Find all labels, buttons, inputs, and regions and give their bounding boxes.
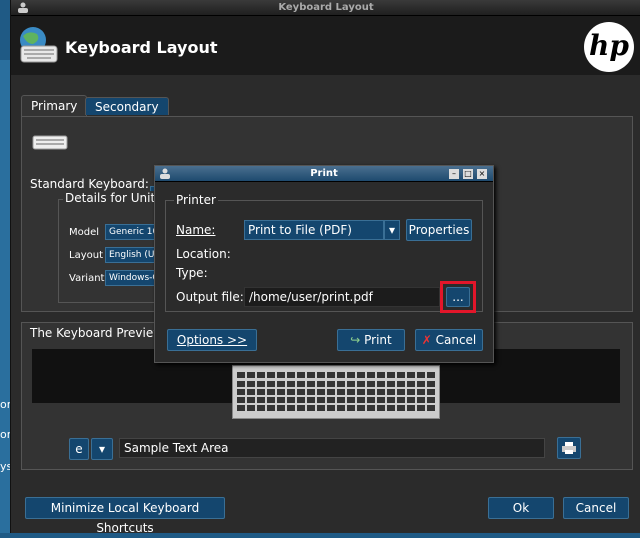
layout-label: Layout <box>69 250 103 261</box>
output-file-label: Output file: <box>176 290 244 304</box>
location-label: Location: <box>176 247 231 261</box>
print-dialog: Print – □ × Printer Name: Print to File … <box>154 165 494 363</box>
print-dialog-titlebar[interactable]: Print – □ × <box>155 166 493 182</box>
print-label: Print <box>364 333 392 347</box>
model-label: Model <box>69 227 100 238</box>
page-title: Keyboard Layout <box>65 38 218 57</box>
type-label: Type: <box>176 266 208 280</box>
variant-label: Variant <box>69 273 105 284</box>
language-indicator[interactable]: e <box>69 438 89 460</box>
sample-text-input[interactable]: Sample Text Area <box>119 438 545 458</box>
printer-name-select[interactable]: Print to File (PDF) <box>244 220 384 240</box>
cancel-label: Cancel <box>435 333 477 347</box>
keyboard-icon <box>32 135 68 150</box>
language-dropdown[interactable]: ▾ <box>91 438 113 460</box>
app-header: Keyboard Layout hp <box>11 16 640 75</box>
print-button[interactable] <box>557 437 581 459</box>
tab-primary[interactable]: Primary <box>21 95 88 117</box>
cancel-button[interactable]: Cancel <box>563 497 629 519</box>
standard-keyboard-label: Standard Keyboard: <box>30 177 149 191</box>
properties-button[interactable]: Properties <box>406 219 472 241</box>
minimize-icon[interactable]: – <box>449 169 459 179</box>
print-cancel-button[interactable]: ✗ Cancel <box>415 329 483 351</box>
keyboard-preview-image <box>232 365 440 419</box>
cancel-x-icon: ✗ <box>421 333 432 347</box>
printer-icon <box>562 442 576 454</box>
output-file-input[interactable]: /home/user/print.pdf <box>244 287 440 307</box>
printer-group-label: Printer <box>174 193 218 207</box>
print-dialog-title: Print <box>310 168 338 179</box>
tab-secondary[interactable]: Secondary <box>85 97 169 115</box>
keyboard-preview-label: The Keyboard Preview <box>30 326 164 340</box>
chevron-down-icon[interactable]: ▾ <box>384 220 400 240</box>
name-label: Name: <box>176 223 216 237</box>
hp-logo: hp <box>584 22 634 72</box>
print-confirm-button[interactable]: ↪ Print <box>337 329 405 351</box>
ok-button[interactable]: Ok <box>488 497 554 519</box>
minimize-shortcuts-button[interactable]: Minimize Local Keyboard Shortcuts <box>25 497 225 535</box>
highlight-box <box>440 281 476 313</box>
print-icon: ↪ <box>350 333 361 347</box>
keyboard-globe-icon <box>20 27 58 63</box>
maximize-icon[interactable]: □ <box>463 169 473 179</box>
window-titlebar[interactable]: Keyboard Layout <box>11 0 640 16</box>
close-icon[interactable]: × <box>477 169 487 179</box>
options-button[interactable]: Options >> <box>167 329 257 351</box>
printer-group: Printer Name: Print to File (PDF) ▾ Prop… <box>165 193 483 313</box>
window-title: Keyboard Layout <box>278 2 374 13</box>
